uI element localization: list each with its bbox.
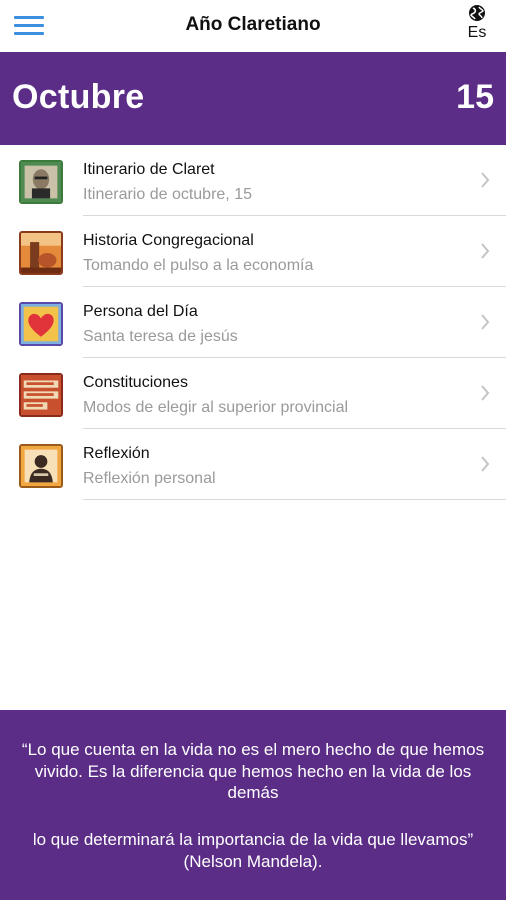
sections-list: Itinerario de Claret Itinerario de octub… (0, 145, 506, 500)
item-subtitle: Tomando el pulso a la economía (83, 257, 314, 274)
constitutions-book-icon (19, 373, 63, 417)
item-subtitle: Modos de elegir al superior provincial (83, 399, 349, 416)
day-label: 15 (456, 78, 494, 116)
language-selector[interactable]: Es (464, 4, 490, 42)
list-item[interactable]: Historia Congregacional Tomando el pulso… (0, 216, 506, 287)
item-title: Persona del Día (83, 303, 198, 320)
item-subtitle: Reflexión personal (83, 470, 216, 487)
heart-icon (19, 302, 63, 346)
item-title: Constituciones (83, 374, 188, 391)
app-title: Año Claretiano (185, 14, 321, 35)
item-subtitle: Itinerario de octubre, 15 (83, 186, 252, 203)
quote-attribution: lo que determinará la importancia de la … (32, 830, 474, 871)
claret-portrait-icon (19, 160, 63, 204)
list-item[interactable]: Persona del Día Santa teresa de jesús (0, 287, 506, 358)
item-title: Itinerario de Claret (83, 161, 215, 178)
item-title: Reflexión (83, 445, 150, 462)
item-subtitle: Santa teresa de jesús (83, 328, 238, 345)
navigation-bar: Año Claretiano Es (0, 0, 506, 52)
globe-icon (469, 5, 485, 21)
list-item[interactable]: Reflexión Reflexión personal (0, 429, 506, 500)
reflection-person-icon (19, 444, 63, 488)
quote-footer: “Lo que cuenta en la vida no es el mero … (0, 710, 506, 900)
language-label: Es (467, 24, 487, 41)
list-item[interactable]: Itinerario de Claret Itinerario de octub… (0, 145, 506, 216)
chevron-right-icon (481, 456, 490, 472)
date-header: Octubre 15 (0, 52, 506, 145)
chevron-right-icon (481, 243, 490, 259)
chevron-right-icon (481, 172, 490, 188)
history-figure-icon (19, 231, 63, 275)
chevron-right-icon (481, 385, 490, 401)
chevron-right-icon (481, 314, 490, 330)
quote-text: “Lo que cuenta en la vida no es el mero … (21, 740, 485, 802)
list-item[interactable]: Constituciones Modos de elegir al superi… (0, 358, 506, 429)
item-title: Historia Congregacional (83, 232, 254, 249)
month-label: Octubre (12, 78, 145, 116)
